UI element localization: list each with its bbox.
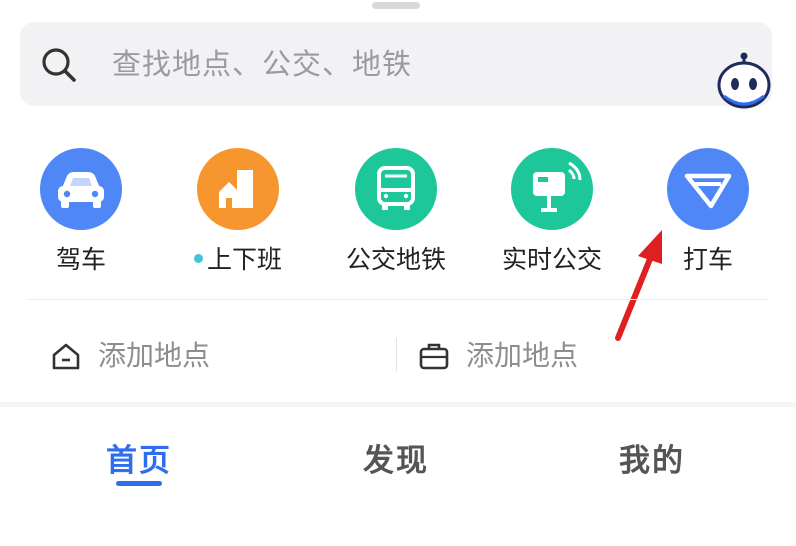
annotation-arrow <box>615 230 662 341</box>
action-label-commute: 上下班 <box>168 240 308 276</box>
search-placeholder: 查找地点、公交、地铁 <box>112 47 413 81</box>
action-label: 公交地铁 <box>345 245 446 274</box>
briefcase-icon <box>419 343 449 370</box>
tab-mine[interactable]: 我的 <box>572 435 732 480</box>
assistant-robot-icon[interactable] <box>714 52 774 112</box>
commute-icon <box>197 148 279 230</box>
car-icon <box>40 148 122 230</box>
place-separator <box>396 338 397 372</box>
place-label: 添加地点 <box>98 339 211 372</box>
active-tab-indicator <box>116 481 162 486</box>
search-bar[interactable]: 查找地点、公交、地铁 <box>20 22 772 109</box>
bottom-tab-bar: 首页 发现 我的 <box>0 407 796 546</box>
action-label: 驾车 <box>55 245 106 274</box>
home-icon <box>52 343 80 370</box>
action-drive[interactable]: 驾车 <box>11 148 151 278</box>
drag-handle[interactable] <box>372 2 420 9</box>
new-dot-indicator <box>193 253 203 263</box>
tab-home[interactable]: 首页 <box>59 435 219 480</box>
search-icon <box>42 48 76 82</box>
place-label: 添加地点 <box>466 339 579 372</box>
taxi-icon <box>667 148 749 230</box>
section-divider <box>28 299 768 300</box>
tab-discover[interactable]: 发现 <box>316 435 476 480</box>
action-label: 上下班 <box>206 245 282 274</box>
bus-icon <box>355 148 437 230</box>
realtime-bus-stop-icon <box>511 148 593 230</box>
action-commute[interactable]: 上下班 <box>168 148 308 278</box>
action-bus-subway[interactable]: 公交地铁 <box>326 148 466 278</box>
